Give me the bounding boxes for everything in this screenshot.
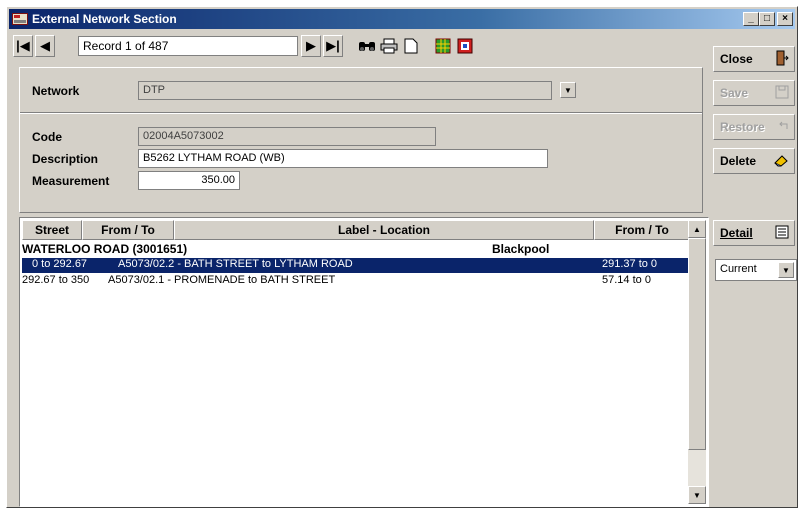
grid-vertical-scrollbar[interactable]: ▲ ▼ (688, 220, 706, 504)
grid-view-icon (435, 38, 451, 54)
column-header-ext-from-to[interactable]: From / To (594, 220, 690, 240)
external-network-section-window: External Network Section _ □ × |◀ ◀ Reco… (6, 6, 798, 508)
section-form-panel: Network DTP ▼ Code 02004A5073002 Descrip… (19, 67, 703, 213)
network-dropdown-button[interactable]: ▼ (560, 82, 576, 98)
network-label: Network (32, 84, 80, 98)
row-from-to: 0 to 292.67 (32, 258, 88, 270)
grid-view-button[interactable] (433, 36, 453, 56)
description-label: Description (32, 152, 99, 166)
filter-select-value: Current (720, 263, 757, 275)
grid-header: Street From / To Label - Location From /… (22, 220, 690, 240)
previous-record-button[interactable]: ◀ (35, 35, 55, 57)
delete-button[interactable]: Delete (713, 148, 795, 174)
window-title: External Network Section (32, 12, 177, 26)
restore-button[interactable]: Restore (713, 114, 795, 140)
measurement-label: Measurement (32, 174, 110, 188)
code-label: Code (32, 130, 62, 144)
undo-icon (777, 119, 789, 135)
row-from-to: 292.67 to 350 (22, 274, 90, 286)
title-bar[interactable]: External Network Section _ □ × (9, 9, 795, 29)
grid-body: WATERLOO ROAD (3001651) Blackpool 0 to 2… (22, 240, 688, 504)
code-field[interactable]: 02004A5073002 (138, 127, 436, 146)
maximize-button[interactable]: □ (759, 12, 775, 26)
next-record-icon: ▶ (306, 38, 316, 53)
delete-button-label: Delete (720, 154, 757, 168)
scroll-thumb[interactable] (688, 238, 706, 450)
list-detail-icon (775, 225, 789, 242)
filter-select[interactable]: Current ▼ (715, 259, 797, 281)
restore-button-label: Restore (720, 120, 765, 134)
street-group-row[interactable]: WATERLOO ROAD (3001651) Blackpool (22, 242, 688, 257)
new-record-button[interactable] (401, 36, 421, 56)
exit-door-icon (775, 50, 789, 69)
printer-icon (380, 38, 398, 54)
table-row[interactable]: 292.67 to 350 A5073/02.1 - PROMENADE to … (22, 274, 688, 289)
previous-record-icon: ◀ (40, 38, 50, 53)
row-ext-from-to: 57.14 to 0 (602, 274, 651, 286)
table-row[interactable]: 0 to 292.67 A5073/02.2 - BATH STREET to … (22, 258, 688, 273)
measurement-field[interactable]: 350.00 (138, 171, 240, 190)
detail-button-label: Detail (720, 226, 753, 240)
street-group-location: Blackpool (492, 242, 550, 256)
filter-dropdown-button[interactable]: ▼ (778, 262, 794, 278)
floppy-disk-icon (775, 85, 789, 102)
app-icon (12, 13, 28, 25)
chevron-down-icon: ▼ (782, 265, 790, 275)
street-group-name: WATERLOO ROAD (3001651) (22, 242, 188, 256)
next-record-button[interactable]: ▶ (301, 35, 321, 57)
print-button[interactable] (379, 36, 399, 56)
record-indicator[interactable]: Record 1 of 487 (78, 36, 298, 56)
close-button-label: Close (720, 52, 753, 66)
row-label-location: A5073/02.1 - PROMENADE to BATH STREET (108, 274, 336, 286)
last-record-icon: ▶| (326, 38, 340, 53)
map-button[interactable] (455, 36, 475, 56)
close-window-button[interactable]: × (777, 12, 793, 26)
eraser-icon (773, 153, 789, 170)
first-record-button[interactable]: |◀ (13, 35, 33, 57)
close-button[interactable]: Close (713, 46, 795, 72)
section-grid: Street From / To Label - Location From /… (19, 217, 709, 507)
description-field[interactable]: B5262 LYTHAM ROAD (WB) (138, 149, 548, 168)
save-button[interactable]: Save (713, 80, 795, 106)
column-header-from-to[interactable]: From / To (82, 220, 174, 240)
form-divider (20, 112, 702, 114)
last-record-button[interactable]: ▶| (323, 35, 343, 57)
row-ext-from-to: 291.37 to 0 (602, 258, 658, 270)
row-label-location: A5073/02.2 - BATH STREET to LYTHAM ROAD (118, 258, 353, 270)
scroll-down-button[interactable]: ▼ (688, 486, 706, 504)
binoculars-icon (359, 42, 375, 51)
record-toolbar: |◀ ◀ Record 1 of 487 ▶ ▶| (9, 32, 709, 60)
minimize-button[interactable]: _ (743, 12, 759, 26)
new-document-icon (404, 38, 418, 54)
network-field[interactable]: DTP (138, 81, 552, 100)
chevron-down-icon: ▼ (564, 85, 572, 95)
scroll-up-button[interactable]: ▲ (688, 220, 706, 238)
save-button-label: Save (720, 86, 749, 100)
detail-button[interactable]: Detail (713, 220, 795, 246)
chevron-up-icon: ▲ (693, 224, 701, 234)
column-header-label-location[interactable]: Label - Location (174, 220, 594, 240)
find-button[interactable] (357, 36, 377, 56)
column-header-street[interactable]: Street (22, 220, 82, 240)
map-icon (457, 38, 473, 54)
chevron-down-icon: ▼ (693, 490, 701, 500)
first-record-icon: |◀ (16, 38, 30, 53)
